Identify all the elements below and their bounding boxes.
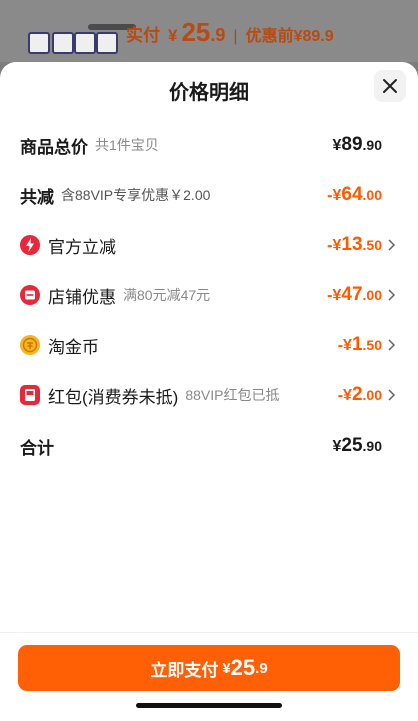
official-discount-amount: -¥ 13 .50 [327, 234, 382, 256]
row-total-discount: 共减 含88VIP专享优惠￥2.00 -¥ 64 .00 [0, 181, 418, 209]
chevron-right-icon [388, 289, 396, 301]
product-thumbnail [74, 32, 96, 54]
amount-int: 47 [341, 284, 363, 305]
close-button[interactable] [374, 70, 406, 102]
total-discount-note: 含88VIP专享优惠￥2.00 [61, 187, 211, 203]
pay-now-amount-dec: .9 [255, 659, 268, 677]
row-red-packet[interactable]: 红包(消费券未抵) 88VIP红包已抵 -¥ 2 .00 [0, 381, 418, 409]
total-discount-label: 共减 [20, 187, 54, 207]
currency-symbol: -¥ [327, 287, 342, 304]
currency-symbol: -¥ [337, 387, 352, 404]
coin-icon [20, 335, 40, 355]
sheet-title: 价格明细 [169, 82, 249, 104]
tao-coin-amount: -¥ 1 .50 [338, 334, 382, 356]
home-indicator[interactable] [136, 703, 282, 708]
amount-dec: .50 [362, 237, 382, 253]
product-thumbnail [96, 32, 118, 54]
store-coupon-icon [20, 285, 40, 305]
currency-symbol: -¥ [327, 237, 342, 254]
amount-int: 1 [351, 334, 363, 355]
price-detail-sheet: 价格明细 商品总价 共1件宝贝 ¥ 89 .90 共减 含88VIP专享优惠￥2… [0, 62, 418, 720]
currency-symbol: ¥ [332, 137, 342, 154]
amount-dec: .90 [362, 438, 382, 454]
store-discount-rule: 满80元减47元 [123, 287, 211, 303]
red-packet-icon [20, 385, 40, 405]
red-packet-label: 红包(消费券未抵) [48, 387, 179, 407]
lightning-icon [20, 235, 40, 255]
sum-amount: ¥ 25 .90 [332, 435, 382, 457]
total-discount-amount: -¥ 64 .00 [327, 184, 382, 206]
product-thumbnail [52, 32, 74, 54]
total-goods-count: 共1件宝贝 [95, 137, 159, 153]
row-official-discount[interactable]: 官方立减 -¥ 13 .50 [0, 231, 418, 259]
row-tao-coin[interactable]: 淘金币 -¥ 1 .50 [0, 331, 418, 359]
chevron-right-icon [388, 339, 396, 351]
paid-yen: ¥ [168, 26, 178, 45]
pay-now-amount-int: 25 [230, 655, 256, 680]
amount-dec: .50 [362, 337, 382, 353]
amount-int: 64 [341, 184, 363, 205]
paid-price-summary: 实付 ¥ 25 .9 | 优惠前¥89.9 [126, 17, 334, 51]
chevron-right-icon [388, 389, 396, 401]
close-icon [383, 79, 397, 93]
amount-dec: .00 [362, 387, 382, 403]
pay-now-yen: ¥ [222, 659, 231, 677]
amount-dec: .00 [362, 287, 382, 303]
amount-dec: .90 [362, 137, 382, 153]
row-sum: 合计 ¥ 25 .90 [0, 432, 418, 460]
pay-now-button[interactable]: 立即支付 ¥ 25 .9 [18, 645, 400, 691]
row-total-goods: 商品总价 共1件宝贝 ¥ 89 .90 [0, 131, 418, 159]
currency-symbol: ¥ [332, 438, 342, 455]
product-thumbnail [28, 32, 50, 54]
amount-int: 2 [351, 384, 363, 405]
original-price: 优惠前¥89.9 [245, 28, 334, 45]
store-discount-amount: -¥ 47 .00 [327, 284, 382, 306]
tao-coin-label: 淘金币 [48, 337, 99, 357]
product-summary-bar: 实付 ¥ 25 .9 | 优惠前¥89.9 [0, 0, 418, 62]
row-store-discount[interactable]: 店铺优惠 满80元减47元 -¥ 47 .00 [0, 281, 418, 309]
paid-amount-dec: .9 [210, 25, 226, 45]
store-discount-label: 店铺优惠 [48, 287, 116, 307]
footer-bar: 立即支付 ¥ 25 .9 [0, 632, 418, 721]
red-packet-note: 88VIP红包已抵 [185, 387, 280, 403]
currency-symbol: -¥ [337, 337, 352, 354]
amount-dec: .00 [362, 187, 382, 203]
amount-int: 89 [341, 134, 363, 155]
price-separator: | [233, 28, 238, 45]
chevron-right-icon [388, 239, 396, 251]
red-packet-amount: -¥ 2 .00 [338, 384, 382, 406]
official-discount-label: 官方立减 [48, 237, 116, 257]
total-goods-label: 商品总价 [20, 137, 88, 157]
total-goods-amount: ¥ 89 .90 [332, 134, 382, 156]
amount-int: 25 [341, 435, 363, 456]
amount-int: 13 [341, 234, 363, 255]
sum-label: 合计 [20, 438, 54, 458]
paid-label: 实付 [126, 26, 160, 45]
pay-now-label: 立即支付 [150, 660, 219, 680]
product-thumbnails [28, 22, 136, 54]
paid-amount-int: 25 [181, 17, 211, 47]
currency-symbol: -¥ [327, 187, 342, 204]
